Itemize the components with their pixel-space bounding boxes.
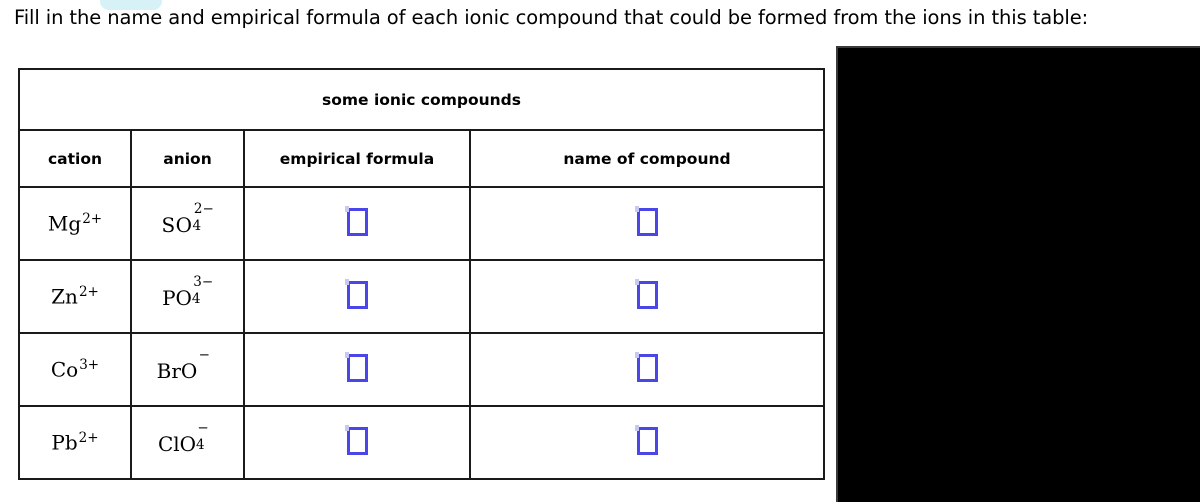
compound-name-cell[interactable] [468, 259, 826, 334]
anion-subscript: 4 [192, 217, 202, 234]
table-row: Pb2+ ClO 4− [18, 405, 826, 480]
table-title: some ionic compounds [17, 68, 826, 131]
anion-symbol: PO [162, 285, 192, 310]
anion-charge: − [198, 347, 210, 364]
empirical-formula-cell[interactable] [243, 332, 471, 407]
empirical-formula-input[interactable] [344, 278, 368, 309]
column-header-cation: cation [18, 129, 132, 188]
anion-scripts: − [197, 349, 218, 378]
cation-symbol: Zn [51, 284, 78, 309]
cation-symbol: Pb [51, 430, 78, 455]
empirical-formula-cell[interactable] [243, 405, 471, 480]
anion-symbol: SO [161, 212, 193, 237]
anion-formula: PO 4 3− [162, 276, 213, 310]
cation-charge: 2+ [78, 429, 99, 446]
anion-formula: ClO 4− [157, 422, 217, 456]
column-header-anion: anion [130, 129, 245, 188]
compound-name-input[interactable] [634, 424, 658, 455]
cation-cell: Zn2+ [18, 259, 132, 334]
column-header-empirical-formula: empirical formula [243, 129, 471, 188]
anion-formula: BrO − [156, 349, 219, 383]
anion-cell: BrO − [130, 332, 245, 407]
cation-cell: Pb2+ [18, 405, 132, 480]
table-title-row: some ionic compounds [17, 68, 826, 131]
cation-charge: 3+ [79, 356, 100, 373]
column-header-name-of-compound: name of compound [468, 129, 826, 188]
table-row: Co3+ BrO − [18, 332, 826, 407]
cation-formula: Mg2+ [47, 210, 103, 236]
compound-name-input[interactable] [634, 205, 658, 236]
cation-symbol: Mg [47, 211, 82, 236]
compound-name-input[interactable] [634, 351, 658, 382]
table-row: Zn2+ PO 4 3− [18, 259, 826, 334]
cation-symbol: Co [50, 357, 79, 382]
anion-subscript: 4 [196, 436, 205, 453]
anion-cell: PO 4 3− [130, 259, 245, 334]
cation-formula: Zn2+ [51, 283, 99, 309]
anion-subscript: 4 [191, 290, 201, 307]
cation-formula: Co3+ [50, 356, 100, 382]
compound-name-cell[interactable] [468, 405, 826, 480]
anion-symbol: ClO [157, 431, 197, 456]
cation-cell: Mg2+ [18, 186, 132, 261]
cation-charge: 2+ [78, 283, 99, 300]
empirical-formula-input[interactable] [344, 205, 368, 236]
table-header-row: cation anion empirical formula name of c… [18, 129, 826, 188]
anion-charge: 2− [193, 201, 214, 218]
anion-cell: ClO 4− [130, 405, 245, 480]
anion-scripts: 4 3− [191, 276, 213, 307]
anion-charge: − [197, 420, 209, 437]
empirical-formula-cell[interactable] [243, 259, 471, 334]
empirical-formula-cell[interactable] [243, 186, 471, 261]
ionic-compounds-table: some ionic compounds cation anion empiri… [17, 68, 826, 480]
anion-scripts: 4 2− [192, 203, 214, 234]
compound-name-cell[interactable] [468, 332, 826, 407]
cation-cell: Co3+ [18, 332, 132, 407]
anion-formula: SO 4 2− [161, 203, 214, 237]
anion-symbol: BrO [156, 358, 198, 383]
black-side-panel [836, 46, 1200, 502]
empirical-formula-input[interactable] [344, 424, 368, 455]
anion-cell: SO 4 2− [130, 186, 245, 261]
anion-charge: 3− [193, 274, 214, 291]
anion-scripts: 4− [196, 422, 217, 453]
table-row: Mg2+ SO 4 2− [18, 186, 826, 261]
empirical-formula-input[interactable] [344, 351, 368, 382]
compound-name-cell[interactable] [468, 186, 826, 261]
compound-name-input[interactable] [634, 278, 658, 309]
page-instruction-text: Fill in the name and empirical formula o… [14, 6, 1089, 29]
cation-formula: Pb2+ [51, 429, 99, 455]
cation-charge: 2+ [82, 210, 103, 227]
